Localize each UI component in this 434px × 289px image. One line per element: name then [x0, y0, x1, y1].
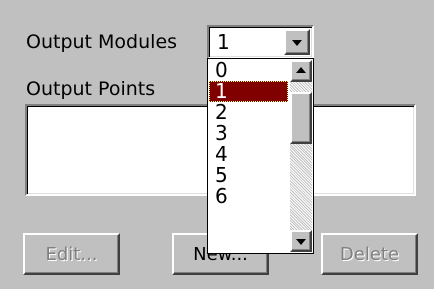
dropdown-scrollbar[interactable] — [290, 60, 312, 252]
output-modules-dropdown-list[interactable]: 0 1 2 3 4 5 6 — [207, 58, 314, 254]
output-config-panel: Output Modules 1 Output Points Edit... N… — [0, 0, 434, 289]
dropdown-option[interactable]: 2 — [209, 102, 288, 123]
arrow-down-icon — [296, 239, 306, 245]
dropdown-option[interactable]: 1 — [209, 81, 288, 102]
dropdown-option[interactable]: 4 — [209, 144, 288, 165]
edit-button[interactable]: Edit... — [23, 233, 120, 275]
dropdown-option[interactable]: 6 — [209, 186, 288, 207]
dropdown-items: 0 1 2 3 4 5 6 — [209, 60, 288, 207]
dropdown-option[interactable]: 0 — [209, 60, 288, 81]
delete-button[interactable]: Delete — [321, 233, 418, 275]
dropdown-option[interactable]: 3 — [209, 123, 288, 144]
dropdown-option[interactable]: 5 — [209, 165, 288, 186]
scroll-thumb[interactable] — [290, 92, 312, 144]
output-modules-label: Output Modules — [26, 31, 178, 53]
combo-dropdown-button[interactable] — [284, 29, 310, 55]
chevron-down-icon — [292, 40, 302, 46]
scroll-up-button[interactable] — [290, 60, 312, 82]
output-modules-value: 1 — [217, 30, 230, 54]
output-modules-combo[interactable]: 1 — [207, 25, 314, 59]
delete-button-label: Delete — [339, 243, 400, 265]
edit-button-label: Edit... — [45, 243, 98, 265]
arrow-up-icon — [296, 67, 306, 73]
scroll-down-button[interactable] — [290, 230, 312, 252]
output-points-label: Output Points — [26, 78, 156, 100]
